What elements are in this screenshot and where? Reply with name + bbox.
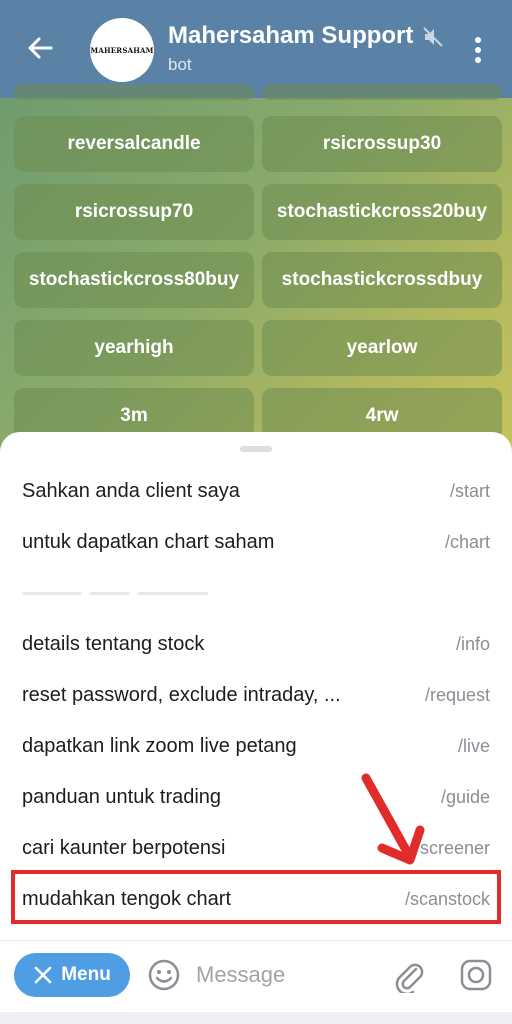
command-row-live[interactable]: dapatkan link zoom live petang /live (0, 721, 512, 771)
chat-subtitle: bot (168, 55, 192, 74)
command-description: panduan untuk trading (22, 785, 222, 808)
menu-button-label: Menu (61, 964, 111, 985)
command-name: /info (455, 633, 490, 654)
command-description: untuk dapatkan chart saham (22, 530, 275, 553)
keyboard-button[interactable]: stochastickcrossdbuy (262, 252, 502, 308)
chat-title[interactable]: Mahersaham Support (168, 22, 416, 50)
command-description: details tentang stock (22, 632, 205, 655)
annotation-arrow-icon (361, 773, 425, 865)
command-description: Sahkan anda client saya (22, 479, 240, 502)
keyboard-button[interactable]: reversalcandle (14, 116, 254, 172)
command-name: /live (457, 735, 490, 756)
chat-background: reversalcandle rsicrossup30 rsicrossup70… (0, 84, 512, 458)
message-input[interactable] (196, 957, 376, 993)
highlight-box (11, 870, 501, 924)
command-name: /chart (444, 531, 490, 552)
message-input-bar: Menu (0, 940, 512, 1012)
avatar-logo: MAHERSAHAM (90, 45, 154, 55)
keyboard-button[interactable]: yearhigh (14, 320, 254, 376)
menu-button[interactable]: Menu (14, 953, 130, 997)
close-icon (34, 966, 52, 984)
keyboard-button[interactable]: stochastickcross20buy (262, 184, 502, 240)
sheet-handle[interactable] (240, 446, 272, 452)
command-name: /request (424, 684, 490, 705)
keyboard-button[interactable]: rsicrossup70 (14, 184, 254, 240)
command-description: dapatkan link zoom live petang (22, 734, 297, 757)
command-row-start[interactable]: Sahkan anda client saya /start (0, 466, 512, 516)
command-description: reset password, exclude intraday, ... (22, 683, 341, 706)
keyboard-button[interactable]: stochastickcross80buy (14, 252, 254, 308)
command-row-chart[interactable]: untuk dapatkan chart saham /chart (0, 517, 512, 567)
faded-divider (22, 582, 222, 595)
command-row-info[interactable]: details tentang stock /info (0, 619, 512, 669)
command-description: cari kaunter berpotensi (22, 836, 226, 859)
keyboard-button-partial[interactable] (14, 84, 254, 100)
mute-icon (420, 24, 446, 50)
avatar[interactable]: MAHERSAHAM (90, 18, 154, 82)
emoji-icon[interactable] (146, 957, 182, 993)
paperclip-icon[interactable] (392, 957, 426, 996)
system-nav-strip (0, 1012, 512, 1024)
keyboard-button-partial[interactable] (262, 84, 502, 100)
command-name: /start (449, 480, 490, 501)
camera-icon[interactable] (458, 957, 494, 993)
command-name: /guide (440, 786, 490, 807)
keyboard-button[interactable]: rsicrossup30 (262, 116, 502, 172)
back-arrow-icon[interactable] (20, 28, 60, 68)
more-options-icon[interactable] (464, 32, 492, 68)
keyboard-button[interactable]: yearlow (262, 320, 502, 376)
command-row-request[interactable]: reset password, exclude intraday, ... /r… (0, 670, 512, 720)
